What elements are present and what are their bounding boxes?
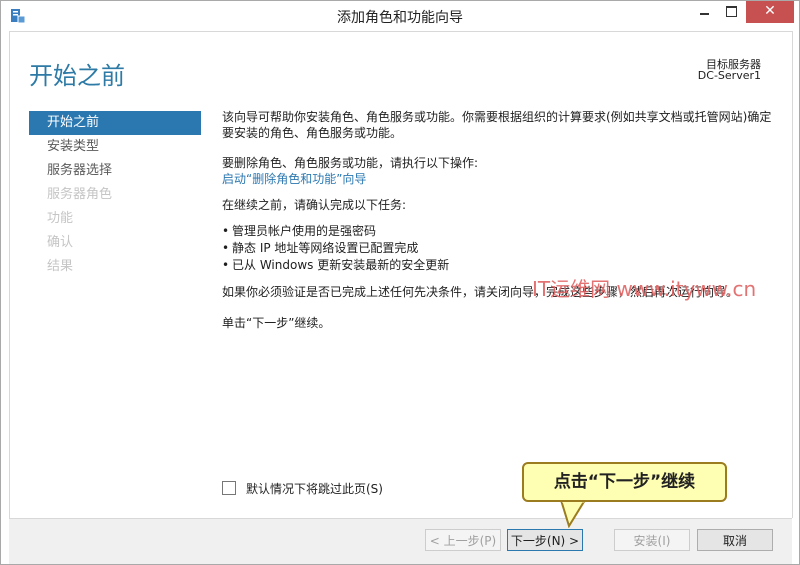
remove-roles-link[interactable]: 启动“删除角色和功能”向导 [222, 171, 777, 187]
nav-item-confirmation: 确认 [47, 235, 74, 250]
nav-item-before-you-begin[interactable]: 开始之前 [29, 111, 201, 135]
maximize-icon [726, 6, 737, 17]
wizard-window: 添加角色和功能向导 ✕ 开始之前 目标服务器 DC-Server1 开始之前 安… [0, 0, 800, 565]
skip-page-checkbox[interactable] [222, 481, 236, 495]
minimize-button[interactable] [691, 1, 718, 23]
title-bar: 添加角色和功能向导 ✕ [1, 1, 799, 31]
task-item: 静态 IP 地址等网络设置已配置完成 [222, 240, 777, 256]
wizard-footer: < 上一步(P) 下一步(N) > 安装(I) 取消 [9, 518, 792, 564]
close-icon: ✕ [764, 3, 776, 19]
nav-item-results: 结果 [47, 259, 74, 274]
destination-server-name: DC-Server1 [697, 69, 761, 82]
wizard-nav: 开始之前 安装类型 服务器选择 服务器角色 功能 确认 结果 [29, 111, 201, 279]
nav-item-installation-type[interactable]: 安装类型 [29, 135, 201, 159]
watermark: IT运维网 www.ityww.cn [532, 277, 757, 301]
maximize-button[interactable] [718, 1, 745, 23]
before-continue-text: 在继续之前，请确认完成以下任务: [222, 198, 407, 212]
next-button[interactable]: 下一步(N) > [507, 529, 583, 551]
continue-note: 单击“下一步”继续。 [222, 316, 331, 330]
previous-button: < 上一步(P) [425, 529, 501, 551]
install-button: 安装(I) [614, 529, 690, 551]
close-button[interactable]: ✕ [746, 1, 794, 23]
callout-pointer [559, 500, 587, 528]
minimize-icon [700, 13, 709, 15]
task-item: 已从 Windows 更新安装最新的安全更新 [222, 257, 777, 273]
page-title: 开始之前 [29, 62, 125, 90]
nav-item-features: 功能 [47, 211, 74, 226]
task-text: 已从 Windows 更新安装最新的安全更新 [232, 258, 450, 272]
cancel-button[interactable]: 取消 [697, 529, 773, 551]
nav-item-server-roles: 服务器角色 [47, 187, 113, 202]
task-text: 静态 IP 地址等网络设置已配置完成 [232, 241, 419, 255]
nav-item-server-selection[interactable]: 服务器选择 [29, 159, 201, 183]
instruction-callout: 点击“下一步”继续 [522, 462, 727, 502]
window-title: 添加角色和功能向导 [337, 10, 463, 26]
skip-page-label[interactable]: 默认情况下将跳过此页(S) [246, 480, 383, 497]
task-text: 管理员帐户使用的是强密码 [232, 224, 377, 238]
intro-text: 该向导可帮助你安装角色、角色服务或功能。你需要根据组织的计算要求(例如共享文档或… [222, 110, 772, 140]
task-item: 管理员帐户使用的是强密码 [222, 223, 777, 239]
remove-instruction: 要删除角色、角色服务或功能，请执行以下操作: [222, 156, 479, 170]
